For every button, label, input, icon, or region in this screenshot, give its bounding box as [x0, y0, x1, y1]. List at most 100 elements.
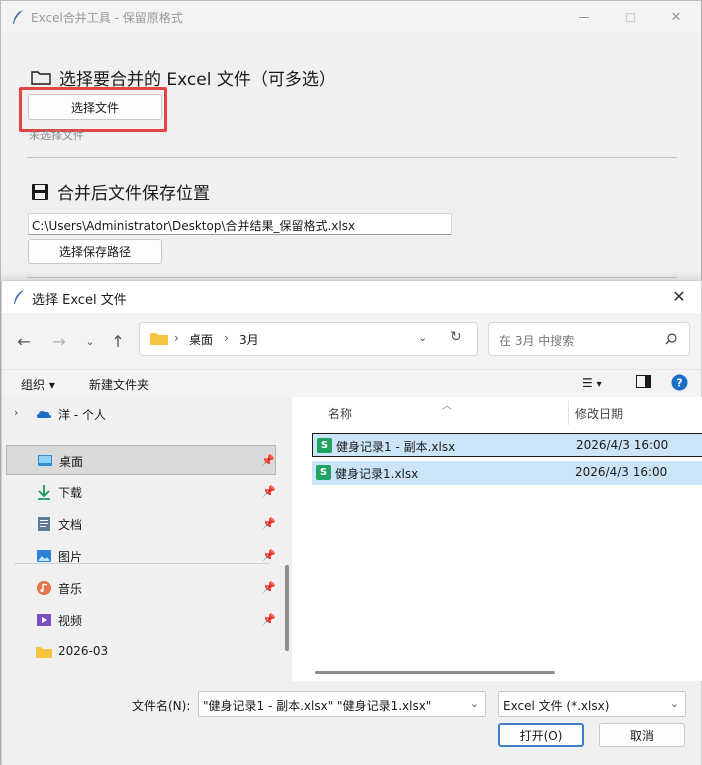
- nav-item-label: 洋 - 个人: [58, 408, 106, 422]
- nav-item-onedrive[interactable]: › 洋 - 个人: [6, 399, 276, 429]
- pin-icon[interactable]: 📌: [262, 549, 276, 562]
- filename-input[interactable]: "健身记录1 - 副本.xlsx" "健身记录1.xlsx" ⌄: [198, 691, 486, 717]
- window-title: Excel合并工具 - 保留原格式: [31, 11, 183, 25]
- feather-icon: [14, 290, 24, 304]
- nav-item-label: 2026-03: [58, 644, 109, 658]
- videos-icon: [37, 614, 51, 626]
- divider: [27, 277, 677, 278]
- minimize-button[interactable]: [561, 1, 607, 33]
- filename-label: 文件名(N):: [132, 699, 191, 713]
- back-button[interactable]: ←: [12, 329, 36, 353]
- arrow-up-icon: ↑: [111, 331, 125, 351]
- nav-item-music[interactable]: 音乐 📌: [6, 573, 276, 603]
- dialog-title: 选择 Excel 文件: [32, 293, 127, 308]
- pin-icon[interactable]: 📌: [261, 454, 275, 467]
- column-header-name[interactable]: 名称: [328, 405, 352, 422]
- nav-item-folder[interactable]: 2026-03: [6, 637, 276, 667]
- pin-icon[interactable]: 📌: [262, 581, 276, 594]
- nav-item-desktop[interactable]: 桌面 📌: [6, 445, 276, 475]
- organize-menu[interactable]: 组织 ▾: [21, 376, 55, 393]
- file-name: 健身记录1 - 副本.xlsx: [336, 440, 456, 454]
- file-name: 健身记录1.xlsx: [335, 467, 419, 481]
- nav-item-label: 文档: [58, 518, 83, 532]
- file-modified-date: 2026/4/3 16:00: [576, 438, 669, 452]
- view-options-button[interactable]: ☰ ▾: [582, 376, 602, 390]
- file-row[interactable]: S 健身记录1.xlsx 2026/4/3 16:00: [312, 461, 702, 485]
- save-path-input[interactable]: C:\Users\Administrator\Desktop\合并结果_保留格式…: [28, 213, 452, 235]
- download-icon: [38, 485, 50, 500]
- nav-scrollbar[interactable]: [285, 565, 289, 651]
- filename-value: "健身记录1 - 副本.xlsx" "健身记录1.xlsx": [203, 699, 432, 713]
- chevron-right-icon: ›: [224, 331, 229, 345]
- close-button[interactable]: ✕: [653, 1, 699, 33]
- preview-pane-button[interactable]: [636, 375, 651, 391]
- divider: [27, 157, 677, 158]
- minimize-icon: [579, 16, 589, 18]
- file-row[interactable]: S 健身记录1 - 副本.xlsx 2026/4/3 16:00: [312, 433, 702, 457]
- save-disk-icon: [32, 183, 48, 200]
- chevron-down-icon[interactable]: ⌄: [470, 697, 479, 710]
- spreadsheet-file-icon: S: [316, 465, 331, 480]
- arrow-right-icon: →: [52, 331, 66, 351]
- pin-icon[interactable]: 📌: [262, 613, 276, 626]
- forward-button[interactable]: →: [47, 329, 71, 353]
- nav-item-label: 音乐: [58, 582, 83, 596]
- navigation-bar: ← → ⌄ ↑ › 桌面 › 3月 ⌄ ↻ 在 3月 中搜索: [2, 313, 701, 369]
- music-icon: [37, 581, 51, 595]
- select-save-path-button[interactable]: 选择保存路径: [28, 239, 162, 264]
- new-folder-button[interactable]: 新建文件夹: [89, 376, 149, 393]
- column-divider[interactable]: [568, 401, 569, 425]
- maximize-button[interactable]: [607, 1, 653, 33]
- no-file-hint: 未选择文件: [29, 129, 84, 142]
- list-view-icon: ☰: [582, 376, 593, 390]
- filetype-value: Excel 文件 (*.xlsx): [503, 699, 610, 713]
- chevron-right-icon: ›: [174, 331, 179, 345]
- nav-item-label: 下载: [58, 486, 83, 500]
- address-bar[interactable]: › 桌面 › 3月 ⌄ ↻: [139, 322, 478, 356]
- spreadsheet-file-icon: S: [317, 438, 332, 453]
- open-file-dialog: 选择 Excel 文件 ✕ ← → ⌄ ↑ › 桌面 › 3月 ⌄ ↻ 在 3月…: [1, 280, 702, 765]
- filetype-select[interactable]: Excel 文件 (*.xlsx) ⌄: [498, 691, 686, 717]
- chevron-right-icon[interactable]: ›: [14, 406, 18, 419]
- help-button[interactable]: ?: [671, 374, 688, 394]
- pin-icon[interactable]: 📌: [262, 485, 276, 498]
- pin-icon[interactable]: 📌: [262, 517, 276, 530]
- close-icon: ✕: [670, 9, 682, 25]
- nav-item-documents[interactable]: 文档 📌: [6, 509, 276, 539]
- dialog-titlebar: 选择 Excel 文件 ✕: [2, 281, 701, 313]
- highlight-box: [19, 87, 167, 132]
- svg-text:?: ?: [676, 377, 682, 390]
- cancel-button[interactable]: 取消: [599, 723, 685, 747]
- search-icon: [665, 333, 677, 345]
- nav-item-downloads[interactable]: 下载 📌: [6, 477, 276, 507]
- folder-icon: [36, 647, 52, 658]
- search-placeholder: 在 3月 中搜索: [499, 334, 575, 348]
- onedrive-cloud-icon: [36, 410, 52, 418]
- close-icon: ✕: [672, 286, 686, 306]
- open-button[interactable]: 打开(O): [498, 723, 584, 747]
- pictures-icon: [37, 550, 51, 562]
- up-button[interactable]: ↑: [106, 329, 130, 353]
- chevron-down-icon[interactable]: ⌄: [418, 331, 427, 344]
- search-box[interactable]: 在 3月 中搜索: [488, 322, 690, 356]
- desktop-icon: [38, 455, 52, 466]
- nav-item-label: 桌面: [59, 455, 84, 469]
- column-header-modified[interactable]: 修改日期: [575, 405, 623, 422]
- nav-item-label: 图片: [58, 550, 83, 564]
- nav-item-label: 视频: [58, 614, 83, 628]
- nav-item-pictures[interactable]: 图片 📌: [6, 541, 276, 571]
- folder-icon: [150, 333, 168, 345]
- breadcrumb-item[interactable]: 3月: [239, 331, 259, 348]
- command-bar: 组织 ▾ 新建文件夹 ☰ ▾ ?: [2, 369, 701, 397]
- dialog-close-button[interactable]: ✕: [659, 281, 699, 311]
- navigation-pane: › 洋 - 个人 桌面 📌 下载 📌 文档 📌 图片 📌 音乐 📌 视频 📌 2…: [2, 397, 292, 681]
- section-save-location: 合并后文件保存位置: [31, 179, 210, 204]
- nav-item-videos[interactable]: 视频 📌: [6, 605, 276, 635]
- maximize-icon: [625, 12, 635, 22]
- recent-locations-button[interactable]: ⌄: [78, 329, 102, 353]
- file-modified-date: 2026/4/3 16:00: [575, 465, 668, 479]
- breadcrumb-item[interactable]: 桌面: [189, 331, 213, 348]
- refresh-icon[interactable]: ↻: [450, 329, 462, 345]
- section-title: 合并后文件保存位置: [57, 184, 210, 204]
- horizontal-scrollbar[interactable]: [315, 671, 555, 674]
